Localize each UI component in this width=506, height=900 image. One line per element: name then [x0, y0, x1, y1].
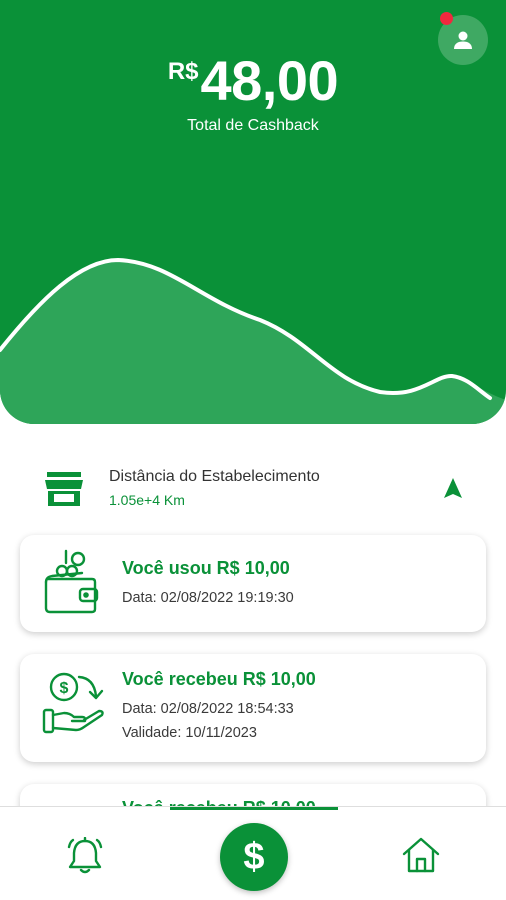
cashback-tab-button[interactable]: $: [220, 823, 288, 891]
currency-symbol: R$: [167, 58, 199, 85]
active-tab-indicator: [170, 807, 338, 810]
cashback-hand-icon: $: [42, 672, 104, 734]
transaction-date: Data: 02/08/2022 19:19:30: [122, 590, 294, 606]
cashback-header: R$48,00 Total de Cashback: [0, 0, 506, 424]
transaction-card[interactable]: $ Você recebeu R$ 10,00 Data: 02/08/2022…: [20, 654, 486, 762]
transaction-title: Você recebeu R$ 10,00: [122, 669, 316, 689]
svg-text:$: $: [60, 680, 69, 697]
store-icon: [45, 472, 83, 506]
cashback-label: Total de Cashback: [187, 117, 319, 134]
transaction-card[interactable]: Você usou R$ 10,00 Data: 02/08/2022 19:1…: [20, 535, 486, 632]
transaction-date: Data: 02/08/2022 18:54:33: [122, 701, 294, 717]
bottom-navigation: $: [0, 806, 506, 900]
home-icon[interactable]: [402, 837, 440, 873]
wallet-coins-icon: [44, 549, 99, 614]
notification-dot: [440, 12, 453, 25]
distance-value: 1.05e+4 Km: [109, 492, 185, 508]
transaction-validity: Validade: 10/11/2023: [122, 725, 257, 741]
cashback-balance: R$48,00: [0, 48, 506, 113]
distance-title: Distância do Estabelecimento: [109, 468, 320, 485]
user-icon: [454, 31, 472, 49]
transaction-title: Você usou R$ 10,00: [122, 558, 290, 578]
cashback-amount: 48,00: [200, 49, 339, 112]
navigation-arrow-icon[interactable]: [443, 478, 463, 500]
bell-icon[interactable]: [67, 837, 103, 875]
distance-row: Distância do Estabelecimento 1.05e+4 Km: [0, 460, 506, 520]
